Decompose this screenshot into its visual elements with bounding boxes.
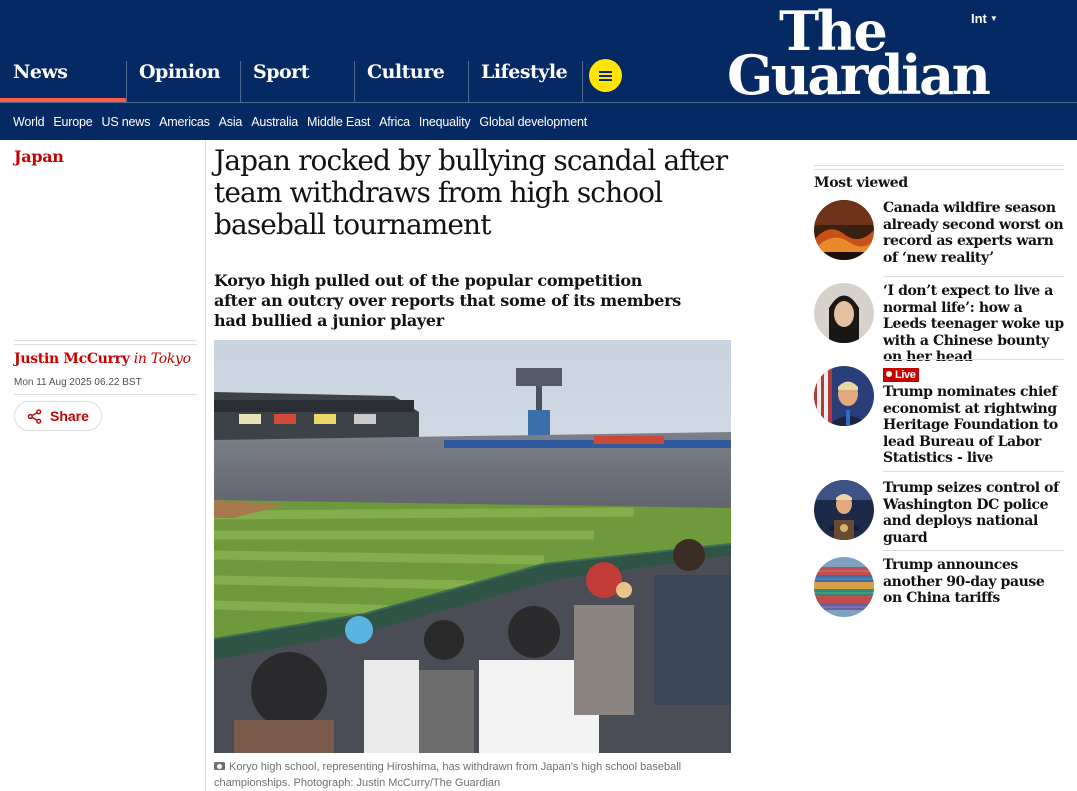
menu-container: [582, 55, 628, 102]
item-divider: [883, 550, 1064, 551]
most-viewed-headline: ‘I don’t expect to live a normal life’: …: [883, 283, 1064, 365]
subnav-europe[interactable]: Europe: [53, 115, 92, 129]
share-label: Share: [50, 408, 89, 424]
guardian-logo[interactable]: The Guardian: [727, 4, 991, 107]
masthead: Int ▼ The Guardian News Opinion Sport Cul…: [0, 0, 1077, 140]
most-viewed-headline: Trump announces another 90-day pause on …: [883, 557, 1045, 606]
trump-photo: [814, 366, 874, 426]
shipping-containers-photo: [814, 557, 874, 617]
section-label[interactable]: Japan: [14, 147, 64, 166]
column-divider: [205, 140, 206, 791]
byline: Justin McCurry in Tokyo: [14, 351, 191, 367]
live-badge: Live: [883, 368, 920, 382]
meta-divider: [14, 344, 197, 345]
caption-text: Koryo high school, representing Hiroshim…: [214, 761, 682, 789]
hamburger-icon-line: [599, 79, 612, 81]
subnav-africa[interactable]: Africa: [379, 115, 410, 129]
subnav-asia[interactable]: Asia: [219, 115, 243, 129]
meta-divider: [14, 394, 197, 395]
wildfire-photo: [814, 200, 874, 260]
article-main-image[interactable]: [214, 340, 731, 753]
portrait-photo: [814, 283, 874, 343]
meta-divider: [14, 340, 197, 341]
subnav-world[interactable]: World: [13, 115, 45, 129]
share-icon: [27, 408, 42, 424]
press-conference-photo: [814, 480, 874, 540]
subnav-australia[interactable]: Australia: [251, 115, 298, 129]
pillar-culture[interactable]: Culture: [354, 55, 468, 102]
subnav-americas[interactable]: Americas: [159, 115, 210, 129]
stadium-photo: [214, 340, 731, 753]
pillar-sport[interactable]: Sport: [240, 55, 354, 102]
image-caption: Koryo high school, representing Hiroshim…: [214, 759, 734, 791]
most-viewed-divider: [814, 165, 1064, 166]
subnav-global-development[interactable]: Global development: [479, 115, 587, 129]
most-viewed-headline: Trump seizes control of Washington DC po…: [883, 480, 1059, 546]
item-divider: [883, 276, 1064, 277]
most-viewed-headline-text: Trump nominates chief economist at right…: [883, 384, 1058, 466]
logo-line-2: Guardian: [727, 43, 991, 107]
chevron-down-icon: ▼: [989, 14, 998, 23]
item-divider: [883, 471, 1064, 472]
article-headline: Japan rocked by bullying scandal after t…: [214, 144, 728, 241]
subnav-inequality[interactable]: Inequality: [419, 115, 471, 129]
camera-icon: [214, 762, 225, 770]
hamburger-icon: [599, 71, 612, 73]
most-viewed-title: Most viewed: [814, 175, 908, 191]
author-link[interactable]: Justin McCurry: [14, 351, 130, 367]
most-viewed-divider: [814, 169, 1064, 170]
item-divider: [883, 359, 1064, 360]
byline-location: in Tokyo: [133, 351, 191, 367]
subnav-middle-east[interactable]: Middle East: [307, 115, 370, 129]
sub-nav: World Europe US news Americas Asia Austr…: [13, 115, 587, 129]
most-viewed-headline: Canada wildfire season already second wo…: [883, 200, 1064, 266]
most-viewed-headline: Live Trump nominates chief economist at …: [883, 366, 1064, 467]
pillar-opinion[interactable]: Opinion: [126, 55, 240, 102]
share-button[interactable]: Share: [14, 401, 102, 431]
subnav-us-news[interactable]: US news: [102, 115, 151, 129]
article-standfirst: Koryo high pulled out of the popular com…: [214, 271, 681, 330]
menu-button[interactable]: [589, 59, 622, 92]
publish-date: Mon 11 Aug 2025 06.22 BST: [14, 377, 142, 388]
pillar-nav: News Opinion Sport Culture Lifestyle: [0, 55, 628, 102]
pillar-lifestyle[interactable]: Lifestyle: [468, 55, 582, 102]
hamburger-icon-line: [599, 75, 612, 77]
nav-divider: [0, 102, 1077, 103]
pillar-news[interactable]: News: [0, 55, 126, 102]
